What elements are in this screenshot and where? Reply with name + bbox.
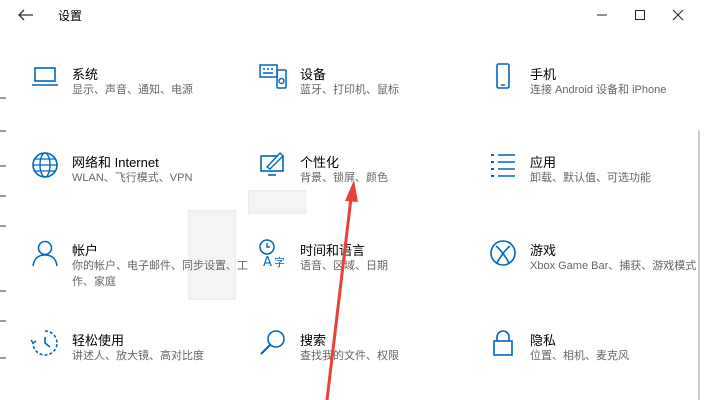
tile-title: 隐私 <box>530 333 557 348</box>
settings-tile-search[interactable]: 搜索 查找我的文件、权限 <box>258 328 468 388</box>
apps-list-icon <box>488 150 518 180</box>
settings-tile-accounts[interactable]: 帐户 你的帐户、电子邮件、同步设置、工作、家庭 <box>30 238 248 298</box>
settings-tile-privacy[interactable]: 隐私 位置、相机、麦克风 <box>488 328 698 388</box>
search-icon <box>258 328 288 358</box>
tile-title: 轻松使用 <box>72 333 125 348</box>
time-language-icon: A字 <box>258 238 288 268</box>
window-title: 设置 <box>58 9 83 23</box>
settings-tile-gaming[interactable]: 游戏 Xbox Game Bar、捕获、游戏模式 <box>488 238 698 298</box>
title-bar: 设置 <box>0 0 706 30</box>
minimize-button[interactable] <box>590 5 614 25</box>
settings-tile-system[interactable]: 系统 显示、声音、通知、电源 <box>30 62 240 122</box>
xbox-icon <box>488 238 518 268</box>
settings-tile-network[interactable]: 网络和 Internet WLAN、飞行模式、VPN <box>30 150 240 210</box>
svg-text:A: A <box>263 255 272 268</box>
globe-icon <box>30 150 60 180</box>
tile-subtitle: 蓝牙、打印机、鼠标 <box>300 84 399 96</box>
tile-subtitle: 语音、区域、日期 <box>300 260 388 272</box>
tile-title: 搜索 <box>300 333 327 348</box>
tile-subtitle: 卸载、默认值、可选功能 <box>530 172 651 184</box>
close-button[interactable] <box>666 5 690 25</box>
tile-subtitle: 位置、相机、麦克风 <box>530 350 629 362</box>
tile-title: 应用 <box>530 155 557 170</box>
settings-tile-phone[interactable]: 手机 连接 Android 设备和 iPhone <box>488 62 698 122</box>
tile-title: 游戏 <box>530 243 557 258</box>
lock-icon <box>488 328 518 358</box>
tile-subtitle: 背景、锁屏、颜色 <box>300 172 388 184</box>
tile-subtitle: Xbox Game Bar、捕获、游戏模式 <box>530 260 697 272</box>
settings-tile-devices[interactable]: 设备 蓝牙、打印机、鼠标 <box>258 62 468 122</box>
ease-of-access-icon <box>30 328 60 358</box>
tile-subtitle: 你的帐户、电子邮件、同步设置、工作、家庭 <box>72 260 248 288</box>
back-arrow-icon[interactable] <box>14 5 38 25</box>
settings-tile-time-language[interactable]: A字 时间和语言 语音、区域、日期 <box>258 238 468 298</box>
settings-tile-apps[interactable]: 应用 卸载、默认值、可选功能 <box>488 150 698 210</box>
tile-subtitle: 连接 Android 设备和 iPhone <box>530 84 667 96</box>
tile-title: 个性化 <box>300 155 340 170</box>
phone-icon <box>488 62 518 92</box>
tile-subtitle: WLAN、飞行模式、VPN <box>72 172 193 184</box>
tile-title: 网络和 Internet <box>72 155 159 170</box>
tile-subtitle: 查找我的文件、权限 <box>300 350 399 362</box>
tile-subtitle: 讲述人、放大镜、高对比度 <box>72 350 204 362</box>
tile-title: 帐户 <box>72 243 99 258</box>
tile-title: 手机 <box>530 67 557 82</box>
scrollbar[interactable] <box>698 130 700 400</box>
laptop-icon <box>30 62 60 92</box>
maximize-button[interactable] <box>628 5 652 25</box>
background-window-edge <box>0 95 6 385</box>
keyboard-speaker-icon <box>258 62 288 92</box>
tile-subtitle: 显示、声音、通知、电源 <box>72 84 193 96</box>
svg-text:字: 字 <box>274 255 285 268</box>
settings-tile-ease-of-access[interactable]: 轻松使用 讲述人、放大镜、高对比度 <box>30 328 240 388</box>
tile-title: 设备 <box>300 67 327 82</box>
tile-title: 时间和语言 <box>300 243 366 258</box>
paint-monitor-icon <box>258 150 288 180</box>
person-icon <box>30 238 60 268</box>
settings-tile-personalization[interactable]: 个性化 背景、锁屏、颜色 <box>258 150 468 210</box>
tile-title: 系统 <box>72 67 99 82</box>
